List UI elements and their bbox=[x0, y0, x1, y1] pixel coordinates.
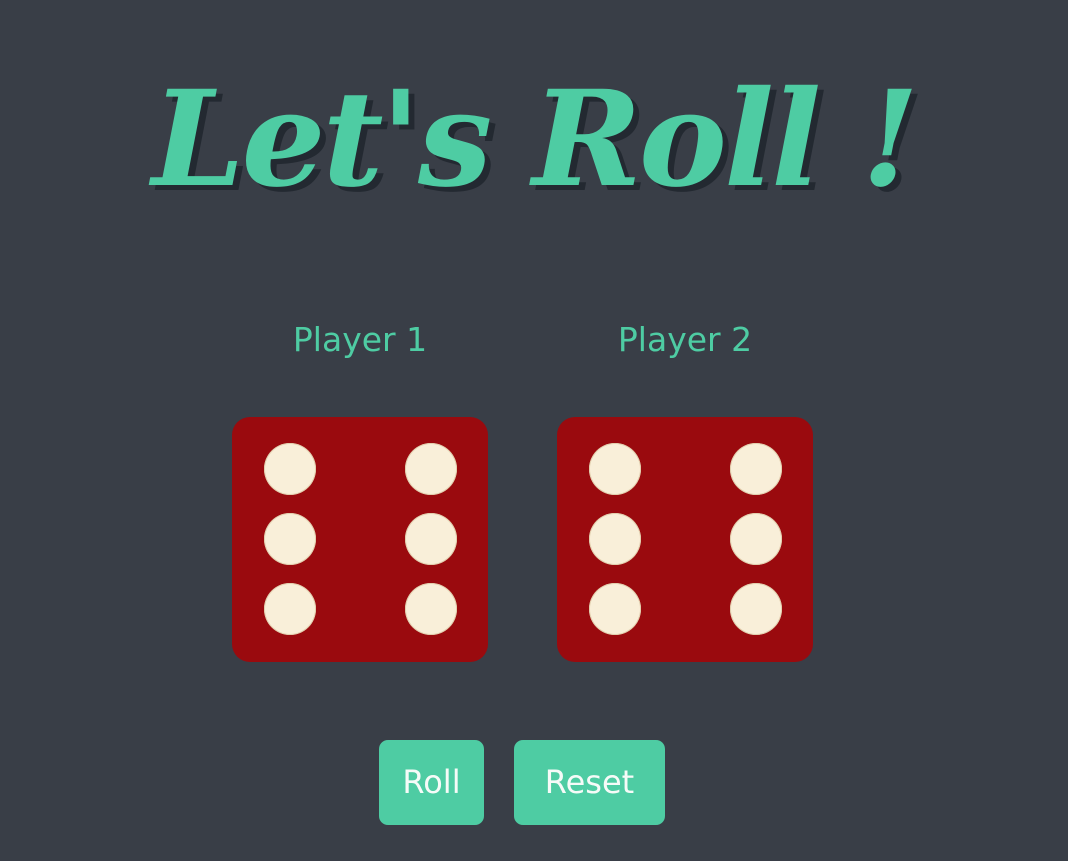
die-pip bbox=[589, 443, 641, 495]
player-2-label: Player 2 bbox=[617, 320, 753, 359]
page-title: Let's Roll ! bbox=[151, 62, 919, 217]
player-1-label: Player 1 bbox=[292, 320, 428, 359]
die-pip bbox=[589, 583, 641, 635]
player-1-panel: Player 1 bbox=[232, 300, 488, 662]
die-pip bbox=[264, 513, 316, 565]
player-2-panel: Player 2 bbox=[557, 300, 813, 662]
die-pip bbox=[405, 583, 457, 635]
die-pip bbox=[405, 513, 457, 565]
die-pip bbox=[405, 443, 457, 495]
die-pip bbox=[730, 583, 782, 635]
die-pip bbox=[730, 513, 782, 565]
die-pip bbox=[589, 513, 641, 565]
die-pip bbox=[264, 583, 316, 635]
reset-button[interactable]: Reset bbox=[514, 740, 665, 825]
die-pip bbox=[264, 443, 316, 495]
player-2-die bbox=[557, 417, 813, 662]
roll-button[interactable]: Roll bbox=[379, 740, 484, 825]
player-1-die bbox=[232, 417, 488, 662]
die-pip bbox=[730, 443, 782, 495]
